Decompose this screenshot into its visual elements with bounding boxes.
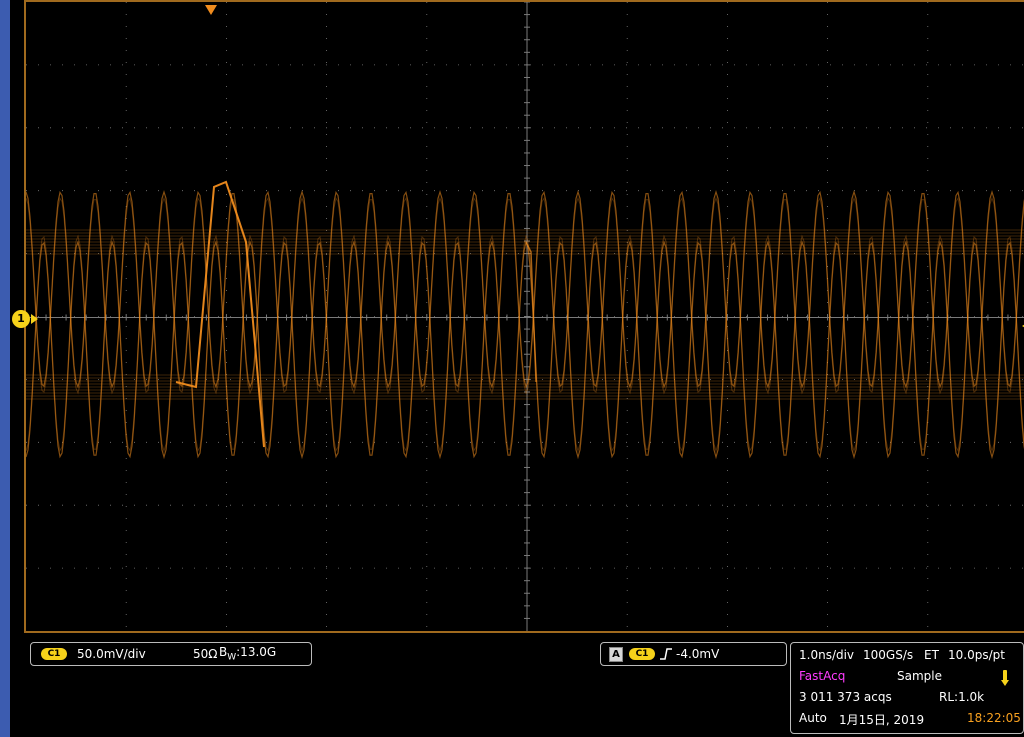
clock-time: 18:22:05 — [967, 711, 1021, 725]
sample-rate: 100GS/s — [863, 648, 914, 662]
trigger-readout-panel[interactable]: A C1 -4.0mV — [600, 642, 787, 666]
fastacq-mode: FastAcq — [799, 669, 846, 683]
bandwidth-prefix: B — [219, 645, 228, 659]
trigger-level: -4.0mV — [676, 647, 720, 661]
trigger-channel-badge: C1 — [629, 648, 655, 660]
vertical-scale: 50.0mV/div — [77, 647, 146, 661]
equivalent-time-mode: ET — [924, 648, 939, 662]
trigger-source-box: A — [609, 647, 623, 662]
vertical-readout-panel[interactable]: C1 50.0mV/div 50Ω BW:13.0G — [30, 642, 312, 666]
waveform-graticule — [26, 2, 1024, 631]
acquisition-count: 3 011 373 acqs — [799, 690, 892, 704]
record-length: RL:1.0k — [939, 690, 985, 704]
termination: 50Ω — [193, 647, 218, 661]
resolution: 10.0ps/pt — [948, 648, 1005, 662]
rising-edge-icon — [660, 648, 672, 660]
bandwidth-value: :13.0G — [236, 645, 277, 659]
acquisition-status-icon — [1001, 670, 1009, 686]
channel-1-ground-arrow-icon — [31, 314, 38, 324]
waveform-display[interactable] — [24, 0, 1024, 633]
horizontal-readout-panel[interactable]: 1.0ns/div 100GS/s ET 10.0ps/pt FastAcq S… — [790, 642, 1024, 734]
scope-screen: 1 C1 50.0mV/div 50Ω BW:13.0G A C1 -4.0mV… — [10, 0, 1024, 737]
run-mode: Auto — [799, 711, 827, 725]
channel-1-ground-marker[interactable]: 1 — [12, 310, 30, 328]
channel-1-badge: C1 — [41, 648, 67, 660]
channel-1-trace — [26, 180, 1024, 460]
bandwidth-readout: BW:13.0G — [219, 645, 276, 662]
trigger-position-marker-icon[interactable] — [205, 5, 217, 15]
graticule-grid — [26, 2, 1024, 631]
bandwidth-sub: W — [227, 652, 237, 663]
time-per-div: 1.0ns/div — [799, 648, 855, 662]
date: 1月15日, 2019 — [839, 713, 925, 727]
sample-mode: Sample — [897, 669, 942, 683]
